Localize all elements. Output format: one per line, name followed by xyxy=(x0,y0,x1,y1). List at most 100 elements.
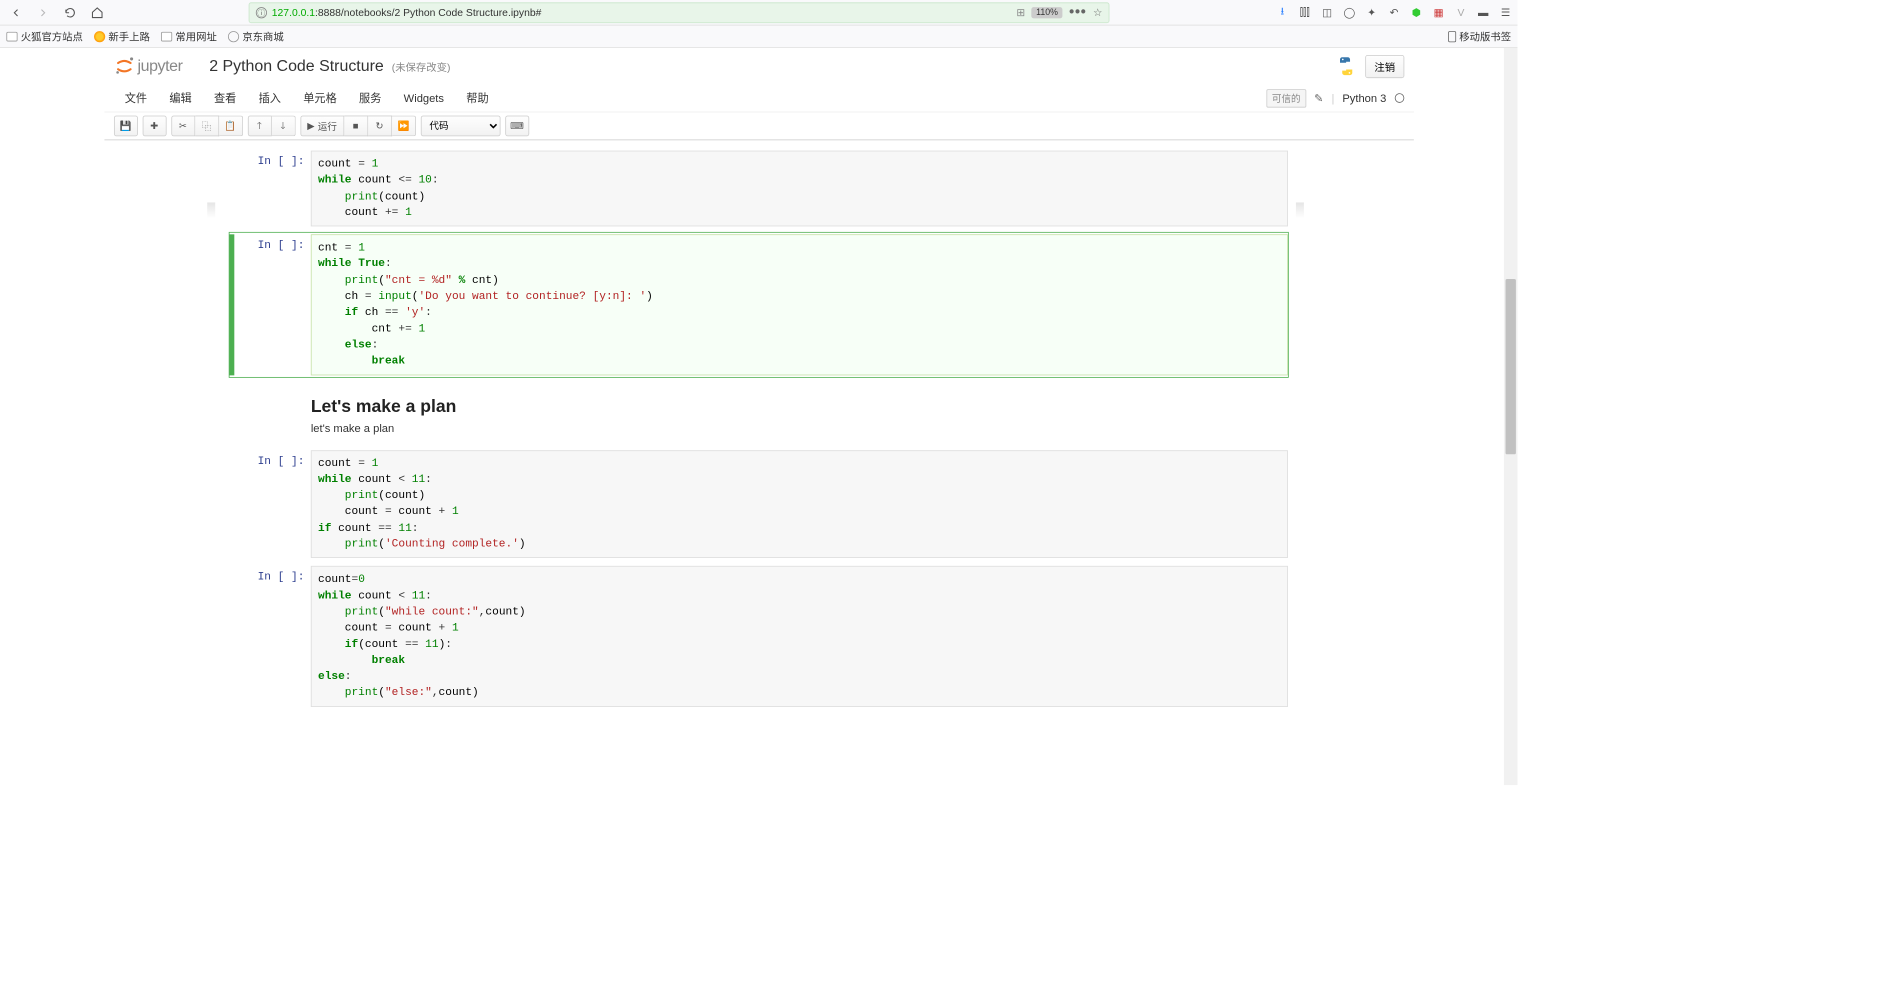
mobile-icon xyxy=(1448,31,1456,42)
trusted-button[interactable]: 可信的 xyxy=(1266,89,1306,107)
shadow xyxy=(207,202,215,218)
forward-button[interactable] xyxy=(32,1,54,23)
bookmarks-bar: 火狐官方站点 新手上路 常用网址 京东商城 移动版书签 xyxy=(0,26,1517,48)
info-icon: ⓘ xyxy=(256,7,267,18)
save-status: (未保存改变) xyxy=(392,59,451,74)
markdown-paragraph: let's make a plan xyxy=(311,421,1288,434)
notebook-shell: jupyter 2 Python Code Structure (未保存改变) … xyxy=(0,48,1517,785)
jupyter-label: jupyter xyxy=(137,57,182,75)
add-cell-button[interactable]: ✚ xyxy=(142,116,166,137)
code-cell-selected[interactable]: In [ ]: cnt = 1 while True: print("cnt =… xyxy=(229,232,1289,377)
url-text: 127.0.0.1:8888/notebooks/2 Python Code S… xyxy=(272,6,542,18)
markdown-heading: Let's make a plan xyxy=(311,396,1288,417)
notebook-header: jupyter 2 Python Code Structure (未保存改变) … xyxy=(104,48,1413,140)
cell-type-select[interactable]: 代码 xyxy=(421,116,501,137)
page-actions[interactable]: ••• xyxy=(1069,4,1086,21)
code-cell[interactable]: In [ ]: count = 1 while count < 11: prin… xyxy=(229,448,1289,561)
notebook-name[interactable]: 2 Python Code Structure xyxy=(209,57,384,75)
sidebar-icon[interactable]: ◫ xyxy=(1320,5,1334,19)
menu-edit[interactable]: 编辑 xyxy=(158,85,203,111)
paste-button[interactable]: 📋 xyxy=(219,116,243,137)
downloads-icon[interactable]: ⭳ xyxy=(1275,5,1289,19)
extension-icon-2[interactable]: ▦ xyxy=(1431,5,1445,19)
jupyter-icon xyxy=(114,56,135,77)
restart-button[interactable]: ↻ xyxy=(368,116,392,137)
cut-button[interactable]: ✂ xyxy=(171,116,195,137)
restart-run-all-button[interactable]: ⏩ xyxy=(392,116,416,137)
jupyter-logo[interactable]: jupyter xyxy=(114,56,202,77)
title-right: 注销 xyxy=(1335,55,1404,78)
url-bar[interactable]: ⓘ 127.0.0.1:8888/notebooks/2 Python Code… xyxy=(249,2,1110,23)
kernel-name[interactable]: Python 3 xyxy=(1342,92,1386,105)
notebook-title-row: jupyter 2 Python Code Structure (未保存改变) … xyxy=(104,48,1413,85)
home-button[interactable] xyxy=(86,1,108,23)
account-icon[interactable]: ◯ xyxy=(1342,5,1356,19)
shadow xyxy=(1296,202,1304,218)
scrollbar-thumb[interactable] xyxy=(1506,279,1516,454)
zoom-badge[interactable]: 110% xyxy=(1031,7,1062,18)
move-down-button[interactable]: 🡓 xyxy=(271,116,295,137)
code-content[interactable]: count = 1 while count <= 10: print(count… xyxy=(312,151,1288,225)
notebook-toolbar: 💾 ✚ ✂ ⿻ 📋 🡑 🡓 ▶运行 ■ ↻ ⏩ 代码 ⌨ xyxy=(104,112,1413,141)
bookmark-common[interactable]: 常用网址 xyxy=(161,29,217,44)
play-icon: ▶ xyxy=(307,120,314,131)
code-cell[interactable]: In [ ]: count=0 while count < 11: print(… xyxy=(229,564,1289,709)
python-icon xyxy=(1335,55,1357,77)
reload-button[interactable] xyxy=(59,1,81,23)
jd-icon xyxy=(228,31,239,42)
folder-icon xyxy=(6,31,17,41)
menu-help[interactable]: 帮助 xyxy=(455,85,500,111)
toolbar-right: ⭳ ⫿⫿⫿ ◫ ◯ ✦ ↶ ⬢ ▦ V ▬ ☰ xyxy=(1275,5,1513,19)
shield-icon[interactable]: ⬢ xyxy=(1409,5,1423,19)
reload-icon xyxy=(64,6,77,19)
extension-icon-3[interactable]: V xyxy=(1454,5,1468,19)
copy-button[interactable]: ⿻ xyxy=(195,116,219,137)
bookmark-getting-started[interactable]: 新手上路 xyxy=(94,29,150,44)
move-up-button[interactable]: 🡑 xyxy=(247,116,271,137)
stop-button[interactable]: ■ xyxy=(344,116,368,137)
bookmark-star-icon[interactable]: ☆ xyxy=(1093,6,1102,19)
run-button[interactable]: ▶运行 xyxy=(300,116,344,137)
code-content[interactable]: cnt = 1 while True: print("cnt = %d" % c… xyxy=(312,235,1288,374)
cell-prompt: In [ ]: xyxy=(234,234,311,375)
notebook-body: In [ ]: count = 1 while count <= 10: pri… xyxy=(229,140,1289,744)
save-button[interactable]: 💾 xyxy=(114,116,138,137)
cell-prompt: In [ ]: xyxy=(234,450,311,558)
code-content[interactable]: count=0 while count < 11: print("while c… xyxy=(312,567,1288,706)
notebook-menubar: 文件 编辑 查看 插入 单元格 服务 Widgets 帮助 可信的 ✎ | Py… xyxy=(104,84,1413,111)
library-icon[interactable]: ⫿⫿⫿ xyxy=(1298,5,1312,19)
browser-toolbar: ⓘ 127.0.0.1:8888/notebooks/2 Python Code… xyxy=(0,0,1517,26)
code-content[interactable]: count = 1 while count < 11: print(count)… xyxy=(312,451,1288,558)
kernel-status-icon xyxy=(1394,93,1404,103)
extension-icon-4[interactable]: ▬ xyxy=(1476,5,1490,19)
arrow-right-icon xyxy=(37,6,50,19)
back-button[interactable] xyxy=(5,1,27,23)
cell-prompt xyxy=(234,383,311,442)
edit-icon[interactable]: ✎ xyxy=(1314,91,1323,105)
undo-icon[interactable]: ↶ xyxy=(1387,5,1401,19)
firefox-icon xyxy=(94,31,105,42)
arrow-left-icon xyxy=(10,6,23,19)
markdown-cell[interactable]: Let's make a plan let's make a plan xyxy=(229,381,1289,445)
menu-view[interactable]: 查看 xyxy=(203,85,248,111)
menu-file[interactable]: 文件 xyxy=(114,85,159,111)
code-cell[interactable]: In [ ]: count = 1 while count <= 10: pri… xyxy=(229,148,1289,229)
bookmark-jd[interactable]: 京东商城 xyxy=(228,29,284,44)
reader-icon[interactable]: ⊞ xyxy=(1016,6,1025,19)
home-icon xyxy=(91,6,104,19)
url-right: ⊞ 110% ••• ☆ xyxy=(1016,4,1102,21)
menu-insert[interactable]: 插入 xyxy=(247,85,292,111)
logout-button[interactable]: 注销 xyxy=(1366,55,1404,78)
extension-icon-1[interactable]: ✦ xyxy=(1364,5,1378,19)
menu-kernel[interactable]: 服务 xyxy=(348,85,393,111)
scrollbar[interactable] xyxy=(1504,48,1518,785)
folder-icon xyxy=(161,31,172,41)
cell-prompt: In [ ]: xyxy=(234,151,311,227)
menu-widgets[interactable]: Widgets xyxy=(393,87,456,109)
menu-cell[interactable]: 单元格 xyxy=(292,85,348,111)
menu-icon[interactable]: ☰ xyxy=(1498,5,1512,19)
bookmark-firefox-site[interactable]: 火狐官方站点 xyxy=(6,29,83,44)
command-palette-button[interactable]: ⌨ xyxy=(505,116,529,137)
bookmark-mobile[interactable]: 移动版书签 xyxy=(1448,29,1511,44)
cell-prompt: In [ ]: xyxy=(234,566,311,707)
